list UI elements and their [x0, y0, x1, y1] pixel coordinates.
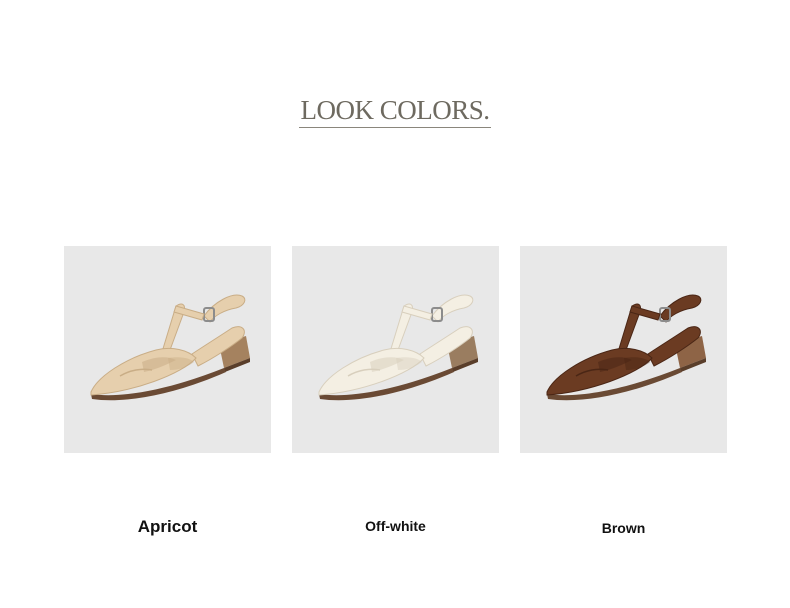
color-label-apricot: Apricot	[137, 517, 198, 536]
color-label-brown: Brown	[601, 520, 646, 536]
page-title: LOOK COLORS.	[0, 95, 790, 128]
sandal-apricot-image	[90, 294, 250, 401]
product-card-offwhite[interactable]	[292, 246, 499, 453]
product-card-apricot[interactable]	[64, 246, 271, 453]
sandal-offwhite-image	[318, 294, 478, 401]
sandal-brown-image	[546, 294, 706, 401]
color-label-offwhite: Off-white	[365, 518, 426, 534]
page-title-text: LOOK COLORS.	[299, 95, 491, 128]
product-card-brown[interactable]	[520, 246, 727, 453]
